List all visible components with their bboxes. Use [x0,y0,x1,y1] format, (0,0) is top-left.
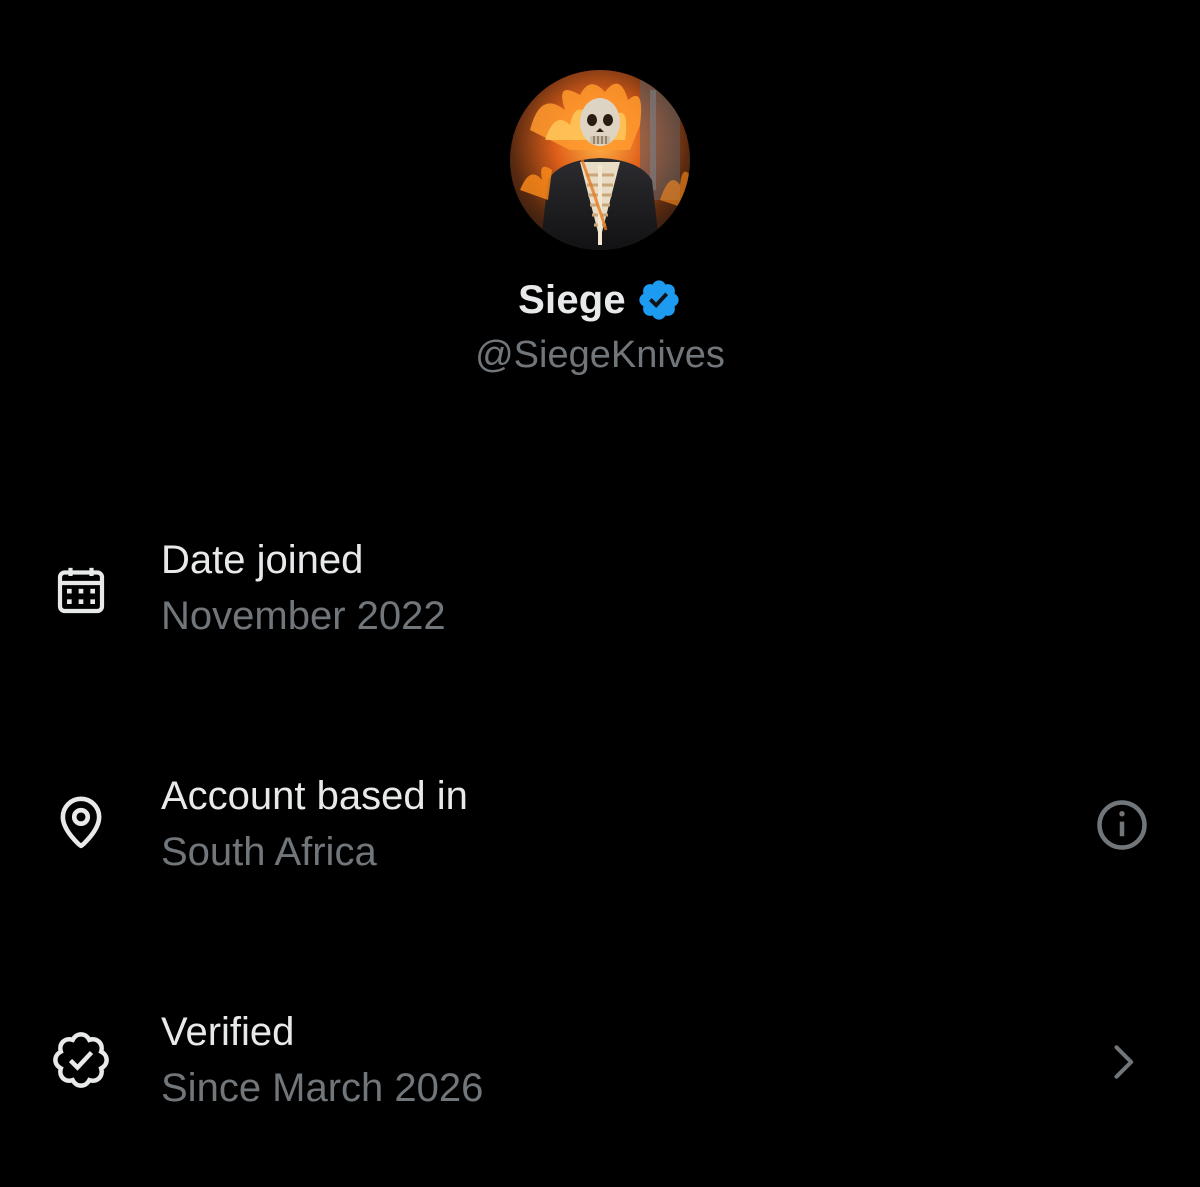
verified-outline-icon [48,1027,114,1093]
profile-handle: @SiegeKnives [475,334,725,376]
detail-row-verified[interactable]: Verified Since March 2026 [0,992,1200,1132]
detail-title: Account based in [161,774,468,818]
detail-value: November 2022 [161,594,446,638]
avatar-image [510,70,690,250]
detail-value: South Africa [161,830,377,874]
chevron-right-icon[interactable] [1092,1032,1152,1092]
detail-row-date-joined: Date joined November 2022 [0,520,1200,660]
display-name: Siege [518,277,626,322]
detail-title: Verified [161,1010,295,1054]
avatar[interactable] [510,70,690,250]
info-icon[interactable] [1092,795,1152,855]
detail-value: Since March 2026 [161,1066,484,1110]
verified-badge-icon[interactable] [636,277,682,323]
name-row: Siege [0,272,1200,328]
location-pin-icon [48,790,114,856]
detail-row-account-based-in: Account based in South Africa [0,756,1200,896]
detail-title: Date joined [161,538,364,582]
profile-header: Siege @SiegeKnives [0,0,1200,420]
calendar-icon [48,557,114,623]
